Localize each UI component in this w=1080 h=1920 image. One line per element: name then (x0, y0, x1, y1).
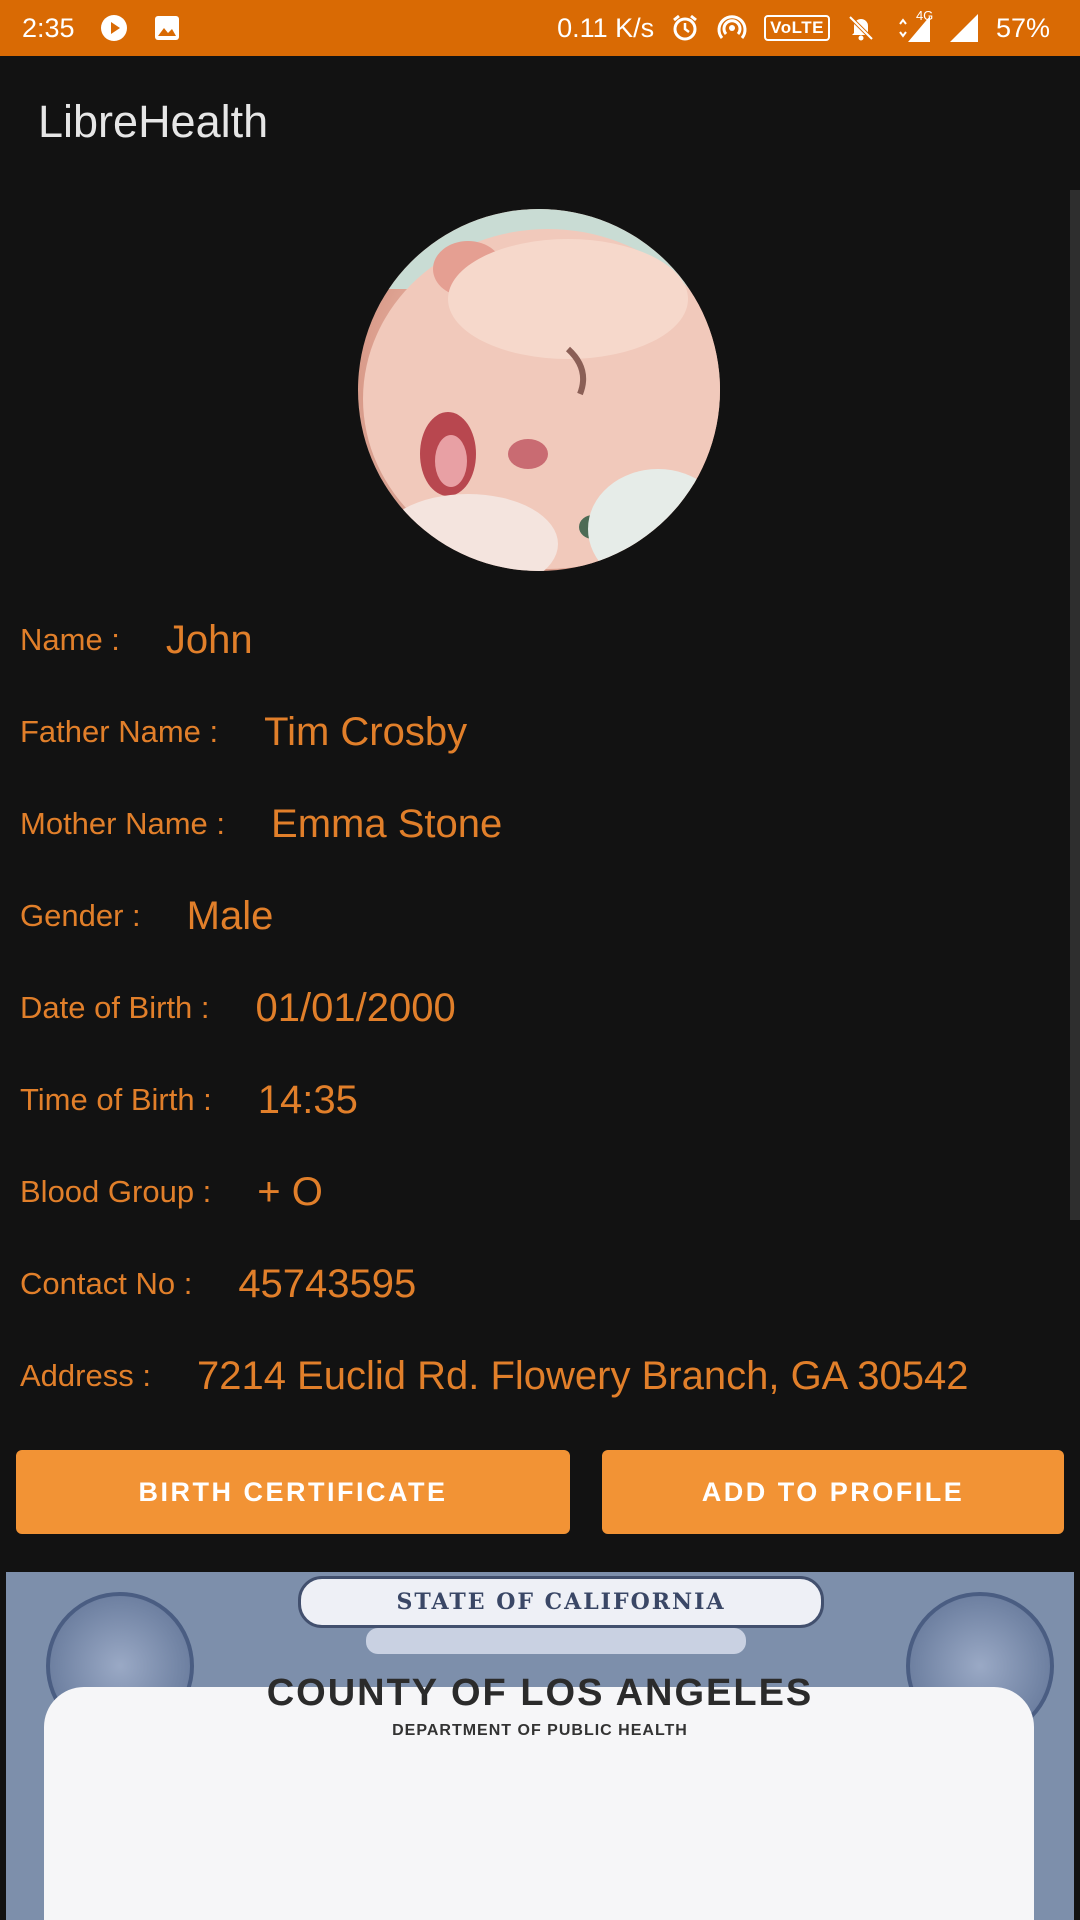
add-to-profile-button[interactable]: ADD TO PROFILE (602, 1450, 1064, 1534)
mother-name-row: Mother Name : Emma Stone (20, 794, 502, 854)
address-row: Address : 7214 Euclid Rd. Flowery Branch… (20, 1346, 969, 1406)
time-of-birth-row: Time of Birth : 14:35 (20, 1070, 358, 1130)
date-of-birth-row: Date of Birth : 01/01/2000 (20, 978, 456, 1038)
blood-group-value: + O (257, 1169, 323, 1214)
status-bar: 2:35 0.11 K/s VoLTE 4G 57% (0, 0, 1080, 56)
signal-icon: 4G (892, 8, 933, 44)
mute-icon (846, 13, 876, 43)
father-name-row: Father Name : Tim Crosby (20, 702, 467, 762)
certificate-county: COUNTY OF LOS ANGELES (266, 1672, 814, 1714)
scrollbar[interactable] (1070, 190, 1080, 1220)
address-label: Address : (20, 1358, 151, 1393)
birth-certificate-image: STATE OF CALIFORNIA COUNTY OF LOS ANGELE… (6, 1572, 1074, 1920)
image-icon (153, 14, 181, 42)
contact-row: Contact No : 45743595 (20, 1254, 416, 1314)
father-name-value: Tim Crosby (264, 709, 468, 754)
date-of-birth-value: 01/01/2000 (255, 985, 456, 1030)
mother-name-value: Emma Stone (271, 801, 503, 846)
alarm-icon (670, 13, 700, 43)
play-icon (99, 13, 129, 43)
name-value: John (165, 617, 253, 662)
time-of-birth-label: Time of Birth : (20, 1082, 212, 1117)
certificate-subbanner (366, 1628, 746, 1654)
name-row: Name : John (20, 610, 253, 670)
signal-icon-2 (948, 12, 980, 44)
certificate-banner: STATE OF CALIFORNIA (298, 1576, 824, 1628)
address-value: 7214 Euclid Rd. Flowery Branch, GA 30542 (196, 1353, 969, 1398)
date-of-birth-label: Date of Birth : (20, 990, 210, 1025)
gender-row: Gender : Male (20, 886, 273, 946)
battery-level: 57% (995, 12, 1050, 43)
volte-badge: VoLTE (764, 15, 830, 41)
time-of-birth-value: 14:35 (257, 1077, 358, 1122)
birth-certificate-button[interactable]: BIRTH CERTIFICATE (16, 1450, 570, 1534)
network-speed: 0.11 K/s (557, 12, 655, 43)
father-name-label: Father Name : (20, 714, 219, 749)
blood-group-row: Blood Group : + O (20, 1162, 323, 1222)
hotspot-icon (716, 12, 748, 44)
baby-avatar (358, 209, 720, 571)
app-bar: LibreHealth (0, 56, 1080, 196)
certificate-department: DEPARTMENT OF PUBLIC HEALTH (392, 1722, 688, 1739)
gender-label: Gender : (20, 898, 141, 933)
contact-label: Contact No : (20, 1266, 193, 1301)
gender-value: Male (186, 893, 274, 938)
mother-name-label: Mother Name : (20, 806, 226, 841)
blood-group-label: Blood Group : (20, 1174, 212, 1209)
name-label: Name : (20, 622, 120, 657)
status-time: 2:35 (22, 12, 75, 43)
network-type-badge: 4G (915, 8, 934, 23)
contact-value: 45743595 (238, 1261, 417, 1306)
app-title: LibreHealth (38, 96, 269, 147)
